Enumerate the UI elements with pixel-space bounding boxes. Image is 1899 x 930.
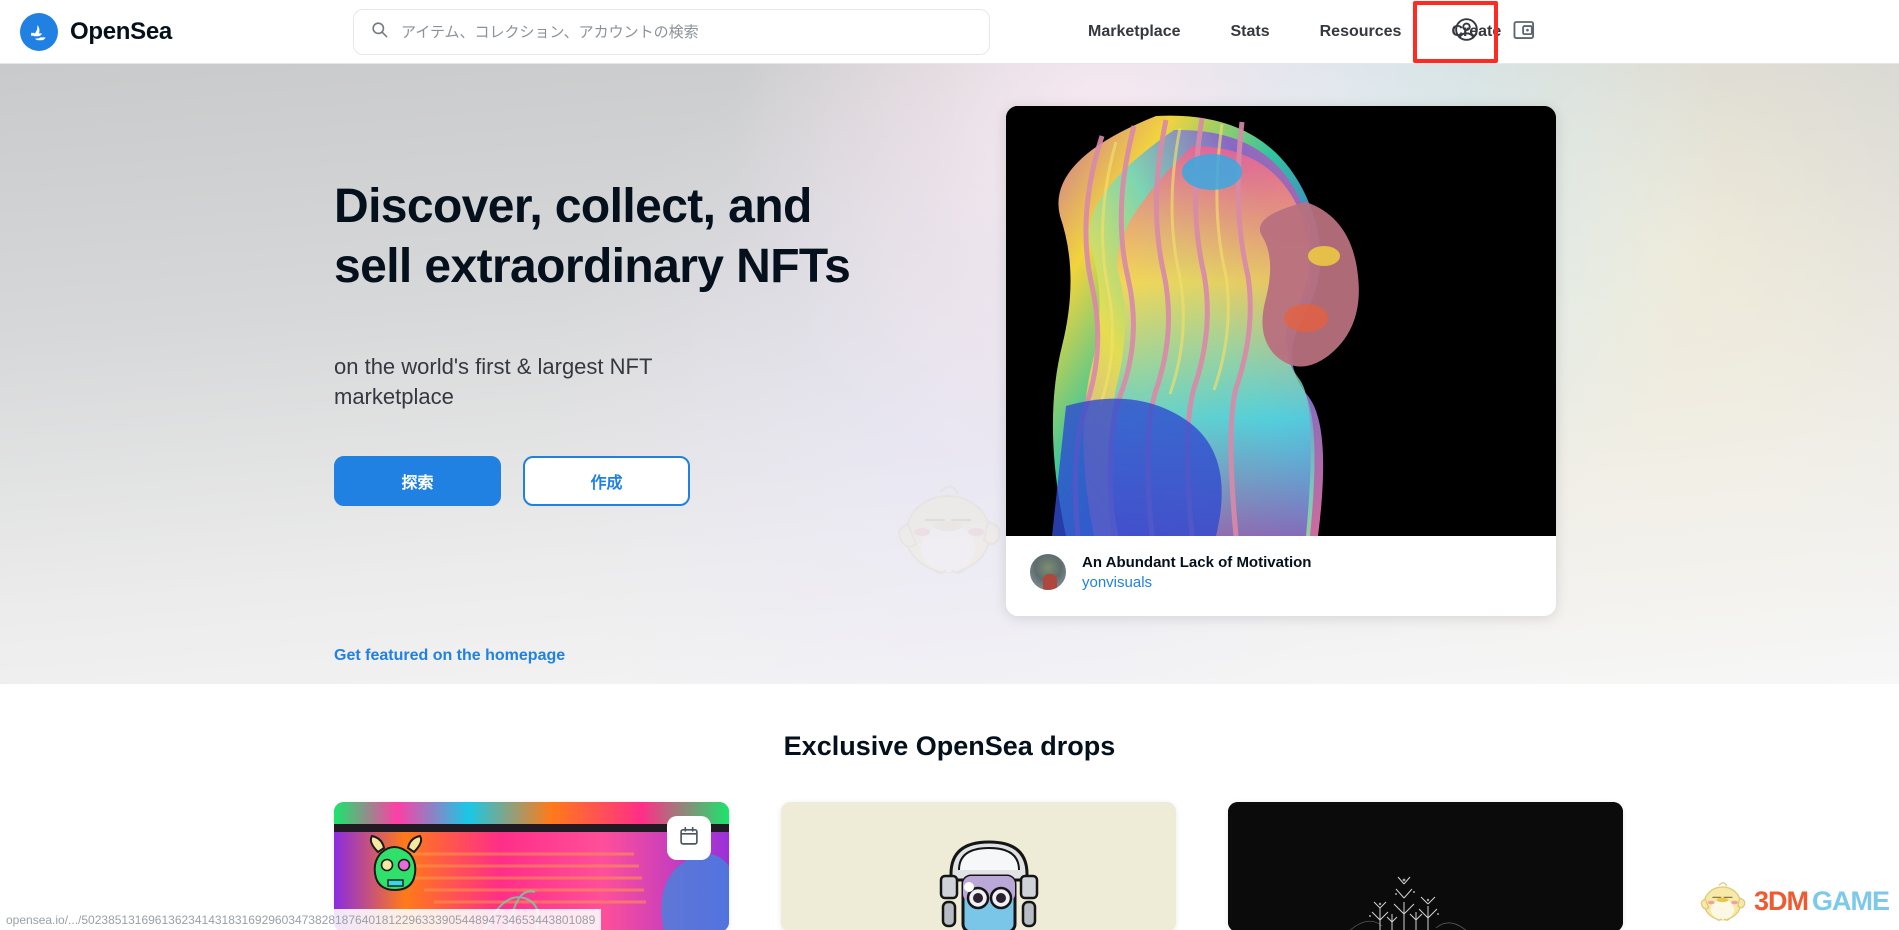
search-icon xyxy=(370,20,389,44)
hero-cta-group: 探索 作成 xyxy=(334,456,690,506)
featured-nft-card[interactable]: An Abundant Lack of Motivation yonvisual… xyxy=(1006,106,1556,616)
site-watermark: 3DM GAME xyxy=(1694,878,1890,924)
watermark-text-secondary: GAME xyxy=(1812,885,1890,916)
opensea-logo-icon xyxy=(20,12,58,51)
nft-title: An Abundant Lack of Motivation xyxy=(1082,553,1312,571)
browser-status-bar: opensea.io/.../5023851316961362341431831… xyxy=(0,909,602,930)
drops-section: Exclusive OpenSea drops xyxy=(0,684,1899,930)
robot-head-drop[interactable] xyxy=(781,802,1176,930)
drop-schedule-badge[interactable] xyxy=(667,816,711,860)
wallet-button[interactable] xyxy=(1500,8,1548,56)
account-button[interactable] xyxy=(1442,8,1490,56)
explore-button[interactable]: 探索 xyxy=(334,456,501,506)
hero-subtitle: on the world's first & largest NFT marke… xyxy=(334,354,653,409)
dark-fractal-drop[interactable] xyxy=(1228,802,1623,930)
brand-logo[interactable]: OpenSea xyxy=(20,12,172,51)
status-url: opensea.io/.../5023851316961362341431831… xyxy=(6,912,596,927)
search-input[interactable] xyxy=(401,23,973,41)
drops-heading: Exclusive OpenSea drops xyxy=(783,731,1116,761)
nav-item-stats[interactable]: Stats xyxy=(1206,23,1295,41)
chick-mascot-icon xyxy=(1700,882,1746,921)
search-bar[interactable] xyxy=(353,9,990,55)
opensea-homepage: OpenSea Marketplace Stats Resources Crea… xyxy=(0,0,1899,930)
chick-mascot-icon xyxy=(898,485,1001,574)
get-featured-link[interactable]: Get featured on the homepage xyxy=(334,647,565,665)
hero-title: Discover, collect, and sell extraordinar… xyxy=(334,180,851,293)
hero-section: Discover, collect, and sell extraordinar… xyxy=(0,64,1899,684)
site-header: OpenSea Marketplace Stats Resources Crea… xyxy=(0,0,1899,64)
nav-item-resources[interactable]: Resources xyxy=(1295,23,1427,41)
calendar-icon xyxy=(678,825,700,852)
nft-creator-link[interactable]: yonvisuals xyxy=(1082,574,1311,591)
creator-avatar[interactable] xyxy=(1028,552,1068,592)
create-button[interactable]: 作成 xyxy=(523,456,690,506)
account-circle-icon xyxy=(1453,16,1480,48)
brand-name: OpenSea xyxy=(70,17,172,45)
wallet-icon xyxy=(1511,17,1537,48)
nft-card-footer: An Abundant Lack of Motivation yonvisual… xyxy=(1006,536,1556,608)
watermark-text-primary: 3DM xyxy=(1753,885,1809,916)
nav-item-marketplace[interactable]: Marketplace xyxy=(1063,23,1206,41)
psychedelic-portrait-artwork xyxy=(1006,106,1556,536)
